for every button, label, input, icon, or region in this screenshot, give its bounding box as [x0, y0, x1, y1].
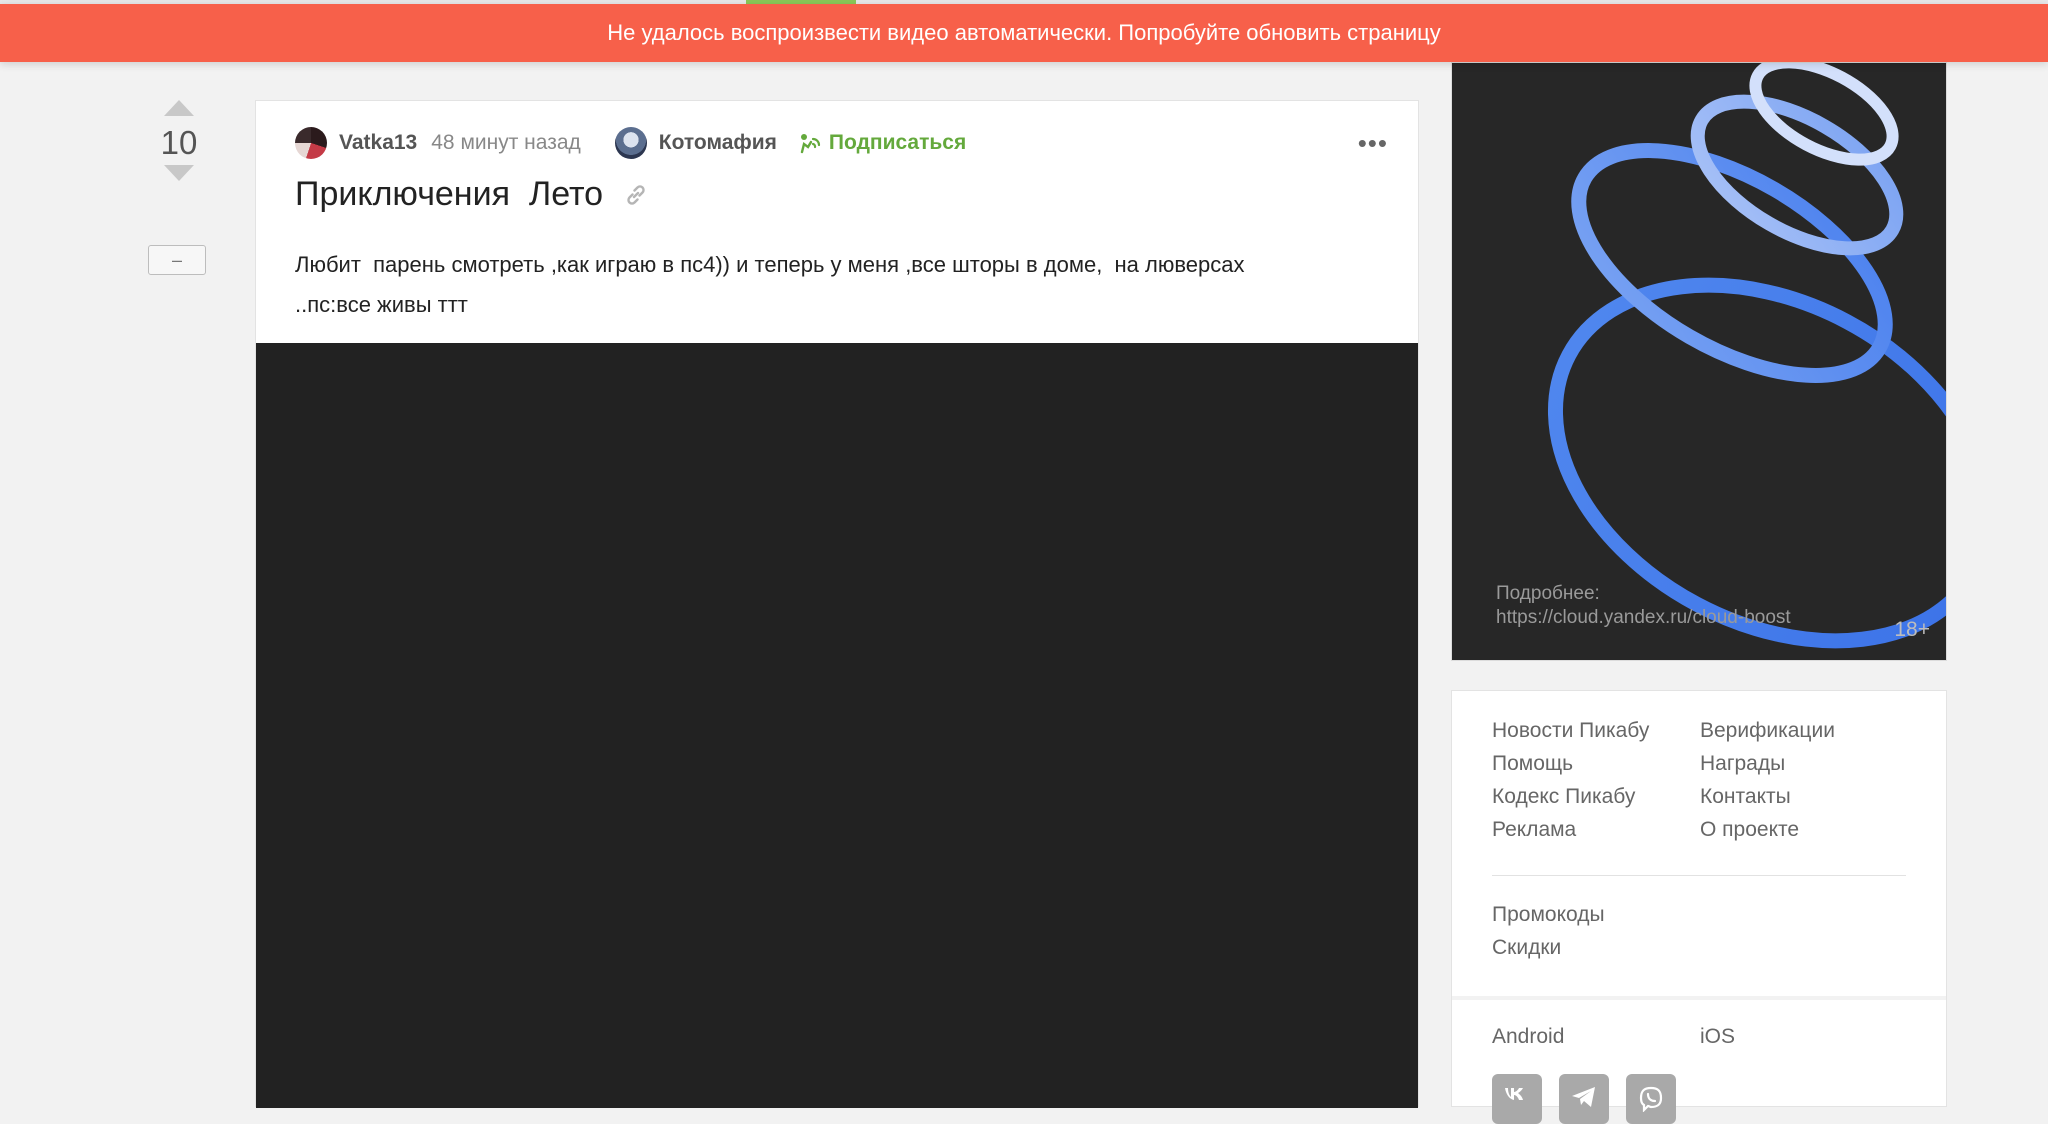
- post-time: 48 минут назад: [431, 131, 581, 154]
- sidebar-links-secondary: Промокоды Скидки: [1492, 903, 1605, 960]
- ad-rings-graphic: [1547, 63, 1946, 649]
- video-player[interactable]: [256, 343, 1418, 1108]
- viber-icon[interactable]: [1626, 1074, 1676, 1124]
- community-link[interactable]: Котомафия: [659, 131, 777, 155]
- story-header: Vatka13 48 минут назад Котомафия Подписа…: [295, 125, 1388, 161]
- ad-caption: Подробнее: https://cloud.yandex.ru/cloud…: [1496, 582, 1791, 630]
- vk-icon[interactable]: [1492, 1074, 1542, 1124]
- link-ads[interactable]: Реклама: [1492, 818, 1700, 842]
- story-title-row: Приключения Лето: [295, 175, 649, 214]
- link-ios[interactable]: iOS: [1700, 1025, 1908, 1049]
- story-rating: 10: [148, 100, 210, 181]
- telegram-icon[interactable]: [1559, 1074, 1609, 1124]
- more-options-icon[interactable]: •••: [1358, 130, 1388, 156]
- links-divider: [1492, 875, 1906, 876]
- social-buttons: [1492, 1074, 1676, 1124]
- link-about[interactable]: О проекте: [1700, 818, 1908, 842]
- subscribe-label: Подписаться: [828, 131, 967, 154]
- downvote-icon[interactable]: [164, 165, 194, 181]
- section-separator: [1452, 996, 1946, 1000]
- community-avatar[interactable]: [614, 127, 647, 159]
- ad-caption-url: https://cloud.yandex.ru/cloud-boost: [1496, 607, 1791, 628]
- story-body-text: Любит парень смотреть ,как играю в пс4))…: [295, 252, 1245, 317]
- author-avatar[interactable]: [295, 127, 327, 159]
- link-help[interactable]: Помощь: [1492, 752, 1700, 776]
- subscribe-button[interactable]: Подписаться: [799, 131, 966, 155]
- rating-count: 10: [160, 124, 198, 161]
- video-error-message: Не удалось воспроизвести видео автоматич…: [607, 20, 1441, 45]
- link-verifications[interactable]: Верификации: [1700, 719, 1908, 743]
- link-promocodes[interactable]: Промокоды: [1492, 903, 1605, 927]
- subscribe-icon: [800, 134, 821, 154]
- video-error-banner: Не удалось воспроизвести видео автоматич…: [0, 4, 2048, 62]
- link-codex[interactable]: Кодекс Пикабу: [1492, 785, 1700, 809]
- sidebar-ad[interactable]: Подробнее: https://cloud.yandex.ru/cloud…: [1451, 62, 1947, 661]
- link-contacts[interactable]: Контакты: [1700, 785, 1908, 809]
- ad-age-rating: 18+: [1894, 618, 1930, 641]
- link-discounts[interactable]: Скидки: [1492, 936, 1605, 960]
- permalink-icon[interactable]: [623, 182, 649, 208]
- collapse-story-button[interactable]: –: [148, 245, 206, 275]
- story-card: Vatka13 48 минут назад Котомафия Подписа…: [255, 100, 1419, 1108]
- sidebar-links-grid: Новости Пикабу Верификации Помощь Наград…: [1492, 719, 1908, 842]
- link-android[interactable]: Android: [1492, 1025, 1700, 1049]
- app-links: Android iOS: [1492, 1025, 1908, 1049]
- ad-caption-label: Подробнее:: [1496, 583, 1600, 604]
- link-news[interactable]: Новости Пикабу: [1492, 719, 1700, 743]
- upvote-icon[interactable]: [164, 100, 194, 116]
- sidebar-footer: Новости Пикабу Верификации Помощь Наград…: [1451, 690, 1947, 1124]
- link-awards[interactable]: Награды: [1700, 752, 1908, 776]
- story-title[interactable]: Приключения Лето: [295, 175, 603, 214]
- author-link[interactable]: Vatka13: [339, 131, 417, 155]
